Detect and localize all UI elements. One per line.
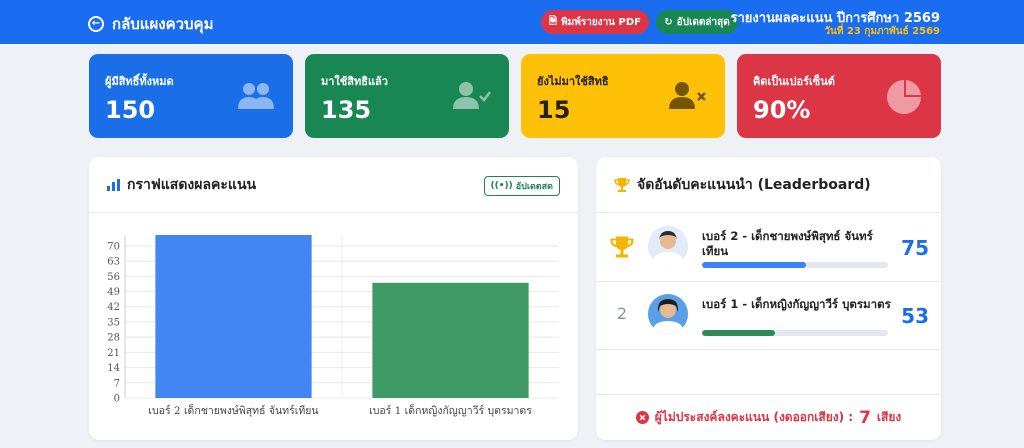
leaderboard-panel: จัดอันดับคะแนนนำ (Leaderboard) เบอร์ 2 -… <box>596 157 941 440</box>
x-tick-label: เบอร์ 2 เด็กชายพงษ์พิสุทธ์ จันทร์เทียน <box>148 403 318 417</box>
candidate-avatar <box>648 226 688 266</box>
score-progress-fill <box>702 330 775 336</box>
chart-panel: กราฟแสดงผลคะแนน ((•)) อัปเดตสด 0 7 14 21 28 3… <box>89 157 578 440</box>
stat-card-voted: มาใช้สิทธิแล้ว 135 <box>305 54 509 138</box>
abstain-unit: เสียง <box>876 410 902 424</box>
user-x-icon <box>669 82 706 109</box>
leaderboard-row: 2 เบอร์ 1 - เด็กหญิงกัญญาวีร์ บุตรมาตร 5… <box>596 282 941 350</box>
candidate-name: เบอร์ 1 - เด็กหญิงกัญญาวีร์ บุตรมาตร <box>702 297 891 311</box>
score-progress-bar <box>702 330 888 336</box>
pie-chart-icon <box>887 80 921 114</box>
back-label: กลับแผงควบคุม <box>112 15 214 33</box>
print-pdf-button[interactable]: 🗎 พิมพ์รายงาน PDF <box>541 10 649 34</box>
candidate-score: 75 <box>901 236 929 260</box>
abstain-footer: ผู้ไม่ประสงค์ลงคะแนน (งดออกเสียง) : 7 เส… <box>596 394 941 440</box>
y-tick-label: 21 <box>107 348 120 359</box>
y-tick-label: 56 <box>107 272 120 283</box>
abstain-count: 7 <box>859 407 871 428</box>
x-tick-label: เบอร์ 1 เด็กหญิงกัญญาวีร์ บุตรมาตร <box>369 403 532 417</box>
x-circle-icon <box>635 411 649 424</box>
refresh-button[interactable]: ↻ อัปเดตล่าสุด <box>656 10 738 34</box>
broadcast-icon: ((•)) <box>490 181 513 191</box>
score-bar-chart: 0 7 14 21 28 35 42 49 56 63 70 เบอร์ 2 เด็กชายพงษ์พ… <box>107 235 559 417</box>
y-tick-label: 28 <box>107 333 120 344</box>
live-badge-label: อัปเดตสด <box>515 182 553 192</box>
trophy-icon <box>614 177 630 192</box>
leaderboard-row: เบอร์ 2 - เด็กชายพงษ์พิสุทธ์ จันทร์เทียน… <box>596 214 941 282</box>
leaderboard-header: จัดอันดับคะแนนนำ (Leaderboard) <box>596 157 941 213</box>
score-progress-bar <box>702 262 888 268</box>
y-tick-label: 42 <box>107 302 120 313</box>
file-pdf-icon: 🗎 <box>549 15 558 27</box>
top-bar: ← กลับแผงควบคุม 🗎 พิมพ์รายงาน PDF ↻ อัปเ… <box>0 0 1024 44</box>
chart-panel-title: กราฟแสดงผลคะแนน <box>127 176 257 193</box>
bar <box>155 235 312 398</box>
live-badge: ((•)) อัปเดตสด <box>483 176 560 196</box>
y-tick-label: 35 <box>107 317 120 328</box>
report-date: วันที่ 23 กุมภาพันธ์ 2569 <box>824 26 940 37</box>
y-tick-label: 63 <box>107 257 120 268</box>
stat-card-eligible: ผู้มีสิทธิ์ทั้งหมด 150 <box>89 54 293 138</box>
print-pdf-label: พิมพ์รายงาน PDF <box>561 16 641 28</box>
back-to-dashboard-link[interactable]: ← กลับแผงควบคุม <box>88 12 213 36</box>
user-check-icon <box>453 82 491 109</box>
y-tick-label: 0 <box>114 394 120 405</box>
abstain-label: ผู้ไม่ประสงค์ลงคะแนน (งดออกเสียง) : <box>654 410 854 424</box>
stat-card-percentage: คิดเป็นเปอร์เซ็นต์ 90% <box>737 54 941 138</box>
users-icon <box>238 83 274 109</box>
bar-chart-icon <box>107 178 120 191</box>
y-tick-label: 14 <box>107 363 120 374</box>
arrow-left-icon: ← <box>88 16 104 32</box>
trophy-icon <box>610 236 634 258</box>
y-tick-label: 49 <box>107 287 120 298</box>
candidate-score: 53 <box>901 304 929 328</box>
bar <box>372 282 529 398</box>
stat-card-not-voted: ยังไม่มาใช้สิทธิ 15 <box>521 54 725 138</box>
score-progress-fill <box>702 262 807 268</box>
y-tick-label: 70 <box>107 241 120 252</box>
chart-panel-header: กราฟแสดงผลคะแนน ((•)) อัปเดตสด <box>89 157 578 213</box>
candidate-avatar <box>648 294 688 334</box>
refresh-icon: ↻ <box>664 16 673 28</box>
refresh-label: อัปเดตล่าสุด <box>676 16 730 28</box>
candidate-name: เบอร์ 2 - เด็กชายพงษ์พิสุทธ์ จันทร์เทียน <box>702 229 873 258</box>
leaderboard-title: จัดอันดับคะแนนนำ (Leaderboard) <box>637 176 871 193</box>
rank-number: 2 <box>616 304 628 323</box>
y-tick-label: 7 <box>114 378 120 389</box>
